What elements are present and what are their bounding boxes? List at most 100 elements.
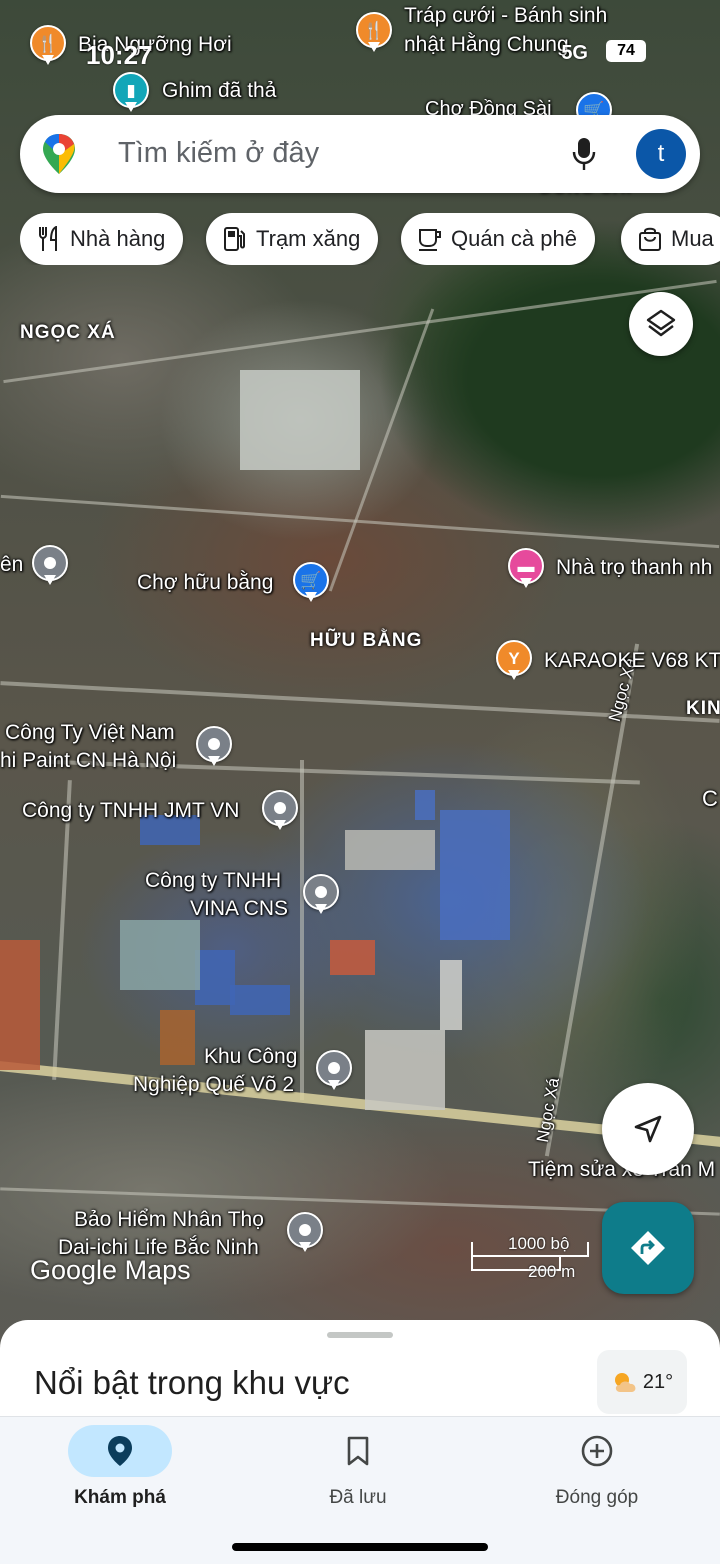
scale-metric-label: 200 m	[528, 1262, 576, 1281]
nav-saved[interactable]: Đã lưu	[258, 1425, 458, 1525]
chip-label: Nhà hàng	[70, 226, 166, 251]
bookmark-icon	[347, 1436, 369, 1466]
place-label[interactable]: hi Paint CN Hà Nội	[0, 748, 176, 774]
place-pin[interactable]	[316, 1050, 352, 1094]
category-chips: Nhà hàng Trạm xăng Quán cà phê Mua	[20, 213, 720, 265]
battery-icon: 74	[606, 40, 646, 62]
dropped-pin-icon: ▮	[126, 80, 136, 100]
microphone-icon[interactable]	[572, 137, 596, 171]
lodging-pin[interactable]: ▬	[508, 548, 544, 592]
building	[160, 1010, 195, 1065]
building	[330, 940, 375, 975]
place-icon	[328, 1062, 340, 1074]
map-scale: 1000 bộ 200 m	[470, 1234, 590, 1286]
temperature-label: 21°	[642, 1370, 674, 1393]
signal-label: 5G	[561, 42, 588, 64]
industrial-building	[415, 790, 435, 820]
market-pin[interactable]: 🛒	[293, 562, 329, 606]
nav-label: Đóng góp	[555, 1487, 639, 1508]
google-maps-logo-icon	[43, 134, 75, 174]
shopping-cart-icon: 🛒	[300, 570, 322, 590]
area-label-huu-bang: HỮU BẰNG	[310, 630, 423, 651]
place-icon	[299, 1224, 311, 1236]
bottom-navigation: Khám phá Đã lưu Đóng góp	[0, 1416, 720, 1564]
weather-chip[interactable]: 21°	[597, 1350, 687, 1414]
place-pin[interactable]	[303, 874, 339, 918]
chip-restaurants[interactable]: Nhà hàng	[20, 213, 184, 265]
location-pin-icon	[108, 1436, 132, 1466]
place-icon	[274, 802, 286, 814]
nav-active-pill	[68, 1425, 172, 1477]
coffee-cup-icon	[417, 226, 443, 252]
status-time: 10:27	[86, 40, 153, 70]
gas-pump-icon	[222, 226, 248, 252]
building	[120, 920, 200, 990]
nav-explore[interactable]: Khám phá	[20, 1425, 220, 1525]
place-label[interactable]: ên	[0, 552, 23, 578]
shopping-bag-icon	[637, 226, 663, 252]
industrial-building	[195, 950, 235, 1005]
account-avatar[interactable]: t	[636, 129, 686, 179]
building	[365, 1030, 445, 1110]
place-label[interactable]: Công ty TNHH	[145, 868, 281, 894]
place-icon	[44, 557, 56, 569]
building	[345, 830, 435, 870]
place-label[interactable]: Bảo Hiểm Nhân Thọ	[74, 1207, 264, 1233]
place-label[interactable]: VINA CNS	[190, 896, 288, 922]
place-pin[interactable]	[196, 726, 232, 770]
map-road	[52, 780, 72, 1080]
layers-button[interactable]	[629, 292, 693, 356]
nav-label: Đã lưu	[329, 1487, 387, 1508]
sheet-drag-handle[interactable]	[327, 1332, 393, 1338]
area-label-kin: KIN	[686, 698, 720, 719]
map-edge-label: C	[702, 786, 718, 811]
place-label[interactable]: Công ty TNHH JMT VN	[22, 798, 239, 824]
google-maps-watermark: Google Maps	[30, 1255, 191, 1285]
chip-cafes[interactable]: Quán cà phê	[401, 213, 595, 265]
place-icon	[208, 738, 220, 750]
dropped-pin[interactable]: ▮	[113, 72, 149, 116]
place-pin[interactable]	[32, 545, 68, 589]
cocktail-icon: Y	[508, 648, 520, 668]
chip-label: Quán cà phê	[451, 226, 577, 251]
building	[440, 960, 462, 1030]
place-label[interactable]: Nghiệp Quế Võ 2	[133, 1072, 294, 1098]
directions-button[interactable]	[602, 1202, 694, 1294]
place-label[interactable]: Khu Công	[204, 1044, 297, 1070]
navigation-arrow-icon	[634, 1115, 662, 1143]
layers-icon	[646, 309, 676, 337]
place-label[interactable]: Công Ty Việt Nam	[5, 720, 175, 746]
directions-icon	[631, 1231, 665, 1265]
place-label[interactable]: Chợ hữu bằng	[137, 570, 273, 596]
place-label[interactable]: Nhà trọ thanh nh	[556, 555, 712, 581]
chip-label: Mua	[671, 226, 714, 251]
chip-label: Trạm xăng	[256, 226, 361, 251]
nav-icon-container	[545, 1425, 649, 1477]
chip-shopping[interactable]: Mua	[621, 213, 720, 265]
search-input[interactable]: Tìm kiếm ở đây	[118, 137, 319, 170]
partly-cloudy-icon	[614, 1373, 636, 1392]
my-location-button[interactable]	[602, 1083, 694, 1175]
nav-label: Khám phá	[74, 1487, 166, 1508]
chip-gas-stations[interactable]: Trạm xăng	[206, 213, 379, 265]
industrial-building	[440, 810, 510, 940]
road-label-ngoc-xa: Ngọc Xá	[532, 1076, 563, 1144]
nav-icon-container	[306, 1425, 410, 1477]
place-icon	[315, 886, 327, 898]
explore-bottom-sheet[interactable]: Nổi bật trong khu vực 21°	[0, 1320, 720, 1420]
place-label[interactable]: Ghim đã thả	[162, 78, 276, 104]
place-pin[interactable]	[287, 1212, 323, 1256]
industrial-building	[230, 985, 290, 1015]
building	[240, 370, 360, 470]
place-label[interactable]: KARAOKE V68 KT	[544, 648, 720, 674]
building	[0, 940, 40, 1070]
nav-contribute[interactable]: Đóng góp	[497, 1425, 697, 1525]
sheet-title: Nổi bật trong khu vực	[34, 1364, 350, 1401]
add-circle-icon	[581, 1435, 613, 1467]
search-bar[interactable]: Tìm kiếm ở đây t	[20, 115, 700, 193]
status-bar: 10:27 5G 74	[0, 22, 720, 70]
area-label-ngoc-xa: NGỌC XÁ	[20, 322, 116, 343]
place-pin[interactable]	[262, 790, 298, 834]
karaoke-pin[interactable]: Y	[496, 640, 532, 684]
map-road	[300, 760, 304, 1100]
